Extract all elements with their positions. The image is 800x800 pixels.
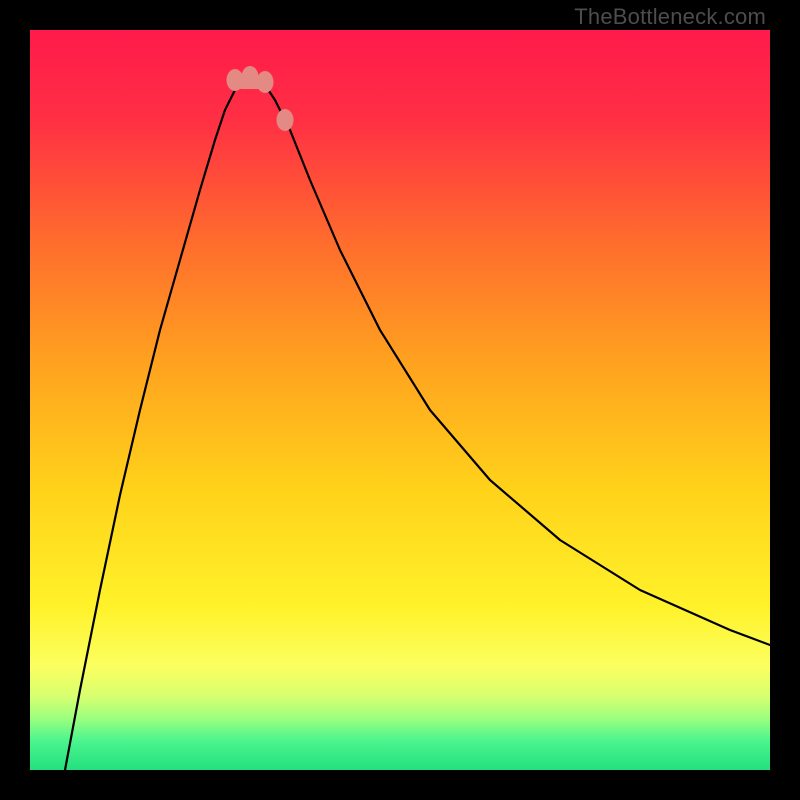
plot-area bbox=[30, 30, 770, 770]
watermark-text: TheBottleneck.com bbox=[574, 4, 766, 30]
gradient-background bbox=[30, 30, 770, 770]
